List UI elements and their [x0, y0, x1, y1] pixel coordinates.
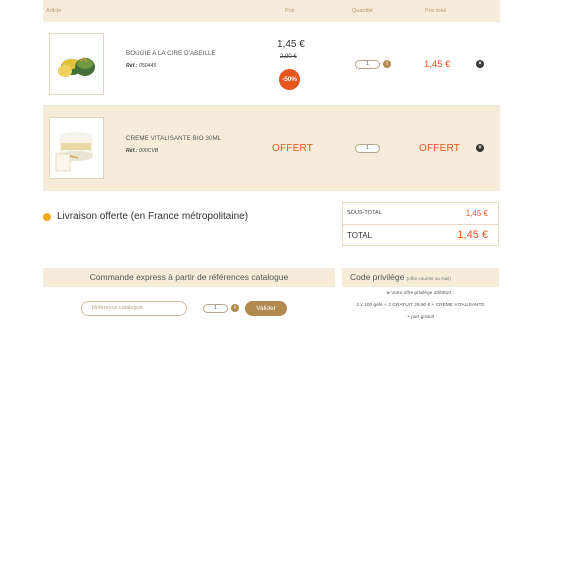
ref-label: Réf.: — [126, 148, 138, 154]
total-label: TOTAL — [347, 231, 373, 240]
unit-price: OFFERT — [272, 143, 314, 154]
product-name[interactable]: CREME VITALISANTE BIO 30ML — [126, 135, 221, 142]
privilege-title: Code privilège — [350, 272, 405, 282]
discount-badge: -50% — [279, 69, 300, 90]
remove-icon[interactable]: × — [476, 144, 484, 152]
subtotal-label: SOUS-TOTAL — [347, 210, 382, 216]
header-article: Article — [46, 8, 62, 14]
express-order-panel: Commande express à partir de références … — [43, 268, 335, 327]
ref-value: 050445 — [138, 63, 157, 69]
quantity-input[interactable]: 1 — [355, 60, 380, 69]
privilege-subtitle: (offre courrier ou mail) — [406, 276, 451, 281]
privilege-code-panel: Code privilège (offre courrier ou mail) … — [342, 268, 499, 327]
ref-label: Réf.: — [126, 63, 138, 69]
header-total: Prix total — [425, 8, 447, 14]
info-icon[interactable]: i — [231, 304, 239, 312]
product-name[interactable]: BOUGIE A LA CIRE D'ABEILLE — [126, 50, 216, 57]
express-order-title: Commande express à partir de références … — [43, 268, 335, 287]
validate-button[interactable]: Valider — [245, 301, 287, 316]
product-ref: Réf.: 050445 — [126, 63, 156, 69]
product-image-cream[interactable] — [49, 117, 104, 179]
remove-icon[interactable]: × — [476, 60, 484, 68]
express-quantity-input[interactable]: 1 — [203, 304, 228, 313]
catalog-reference-input[interactable]: Référence catalogue — [81, 301, 187, 316]
privilege-offer-link[interactable]: ▸ Votre offre privilège 23/0810 : — [342, 291, 499, 296]
quantity-input[interactable]: 1 — [355, 144, 380, 153]
line-total: OFFERT — [419, 143, 461, 154]
shipping-notice: Livraison offerte (en France métropolita… — [57, 211, 249, 222]
ref-value: 000CVB — [138, 148, 159, 154]
header-quantity: Quantité — [352, 8, 373, 14]
privilege-offer-extra: + port gratuit — [406, 315, 435, 320]
summary-divider — [343, 224, 498, 225]
line-total: 1,45 € — [424, 59, 451, 70]
privilege-code-title: Code privilège (offre courrier ou mail) — [342, 268, 499, 287]
table-row: CREME VITALISANTE BIO 30ML Réf.: 000CVB … — [43, 106, 500, 191]
product-ref: Réf.: 000CVB — [126, 148, 158, 154]
subtotal-value: 1,45 € — [465, 209, 488, 218]
cart-table-header: Article Prix Quantité Prix total — [43, 0, 500, 22]
bullet-dot-icon — [43, 213, 51, 221]
info-icon[interactable]: i — [383, 60, 391, 68]
table-row: BOUGIE A LA CIRE D'ABEILLE Réf.: 050445 … — [43, 22, 500, 106]
header-price: Prix — [285, 8, 295, 14]
order-summary: SOUS-TOTAL 1,45 € TOTAL 1,45 € — [342, 202, 499, 246]
total-value: 1,45 € — [457, 229, 488, 241]
unit-price: 1,45 € — [277, 39, 305, 50]
privilege-offer-text: 2 x 100 gefe + 2 GRATUIT 29,90 € + CREME… — [356, 303, 485, 308]
cart-table: Article Prix Quantité Prix total BOUGIE … — [43, 0, 500, 191]
product-image-candle[interactable] — [49, 33, 104, 95]
old-price: 2,90 € — [280, 54, 297, 60]
